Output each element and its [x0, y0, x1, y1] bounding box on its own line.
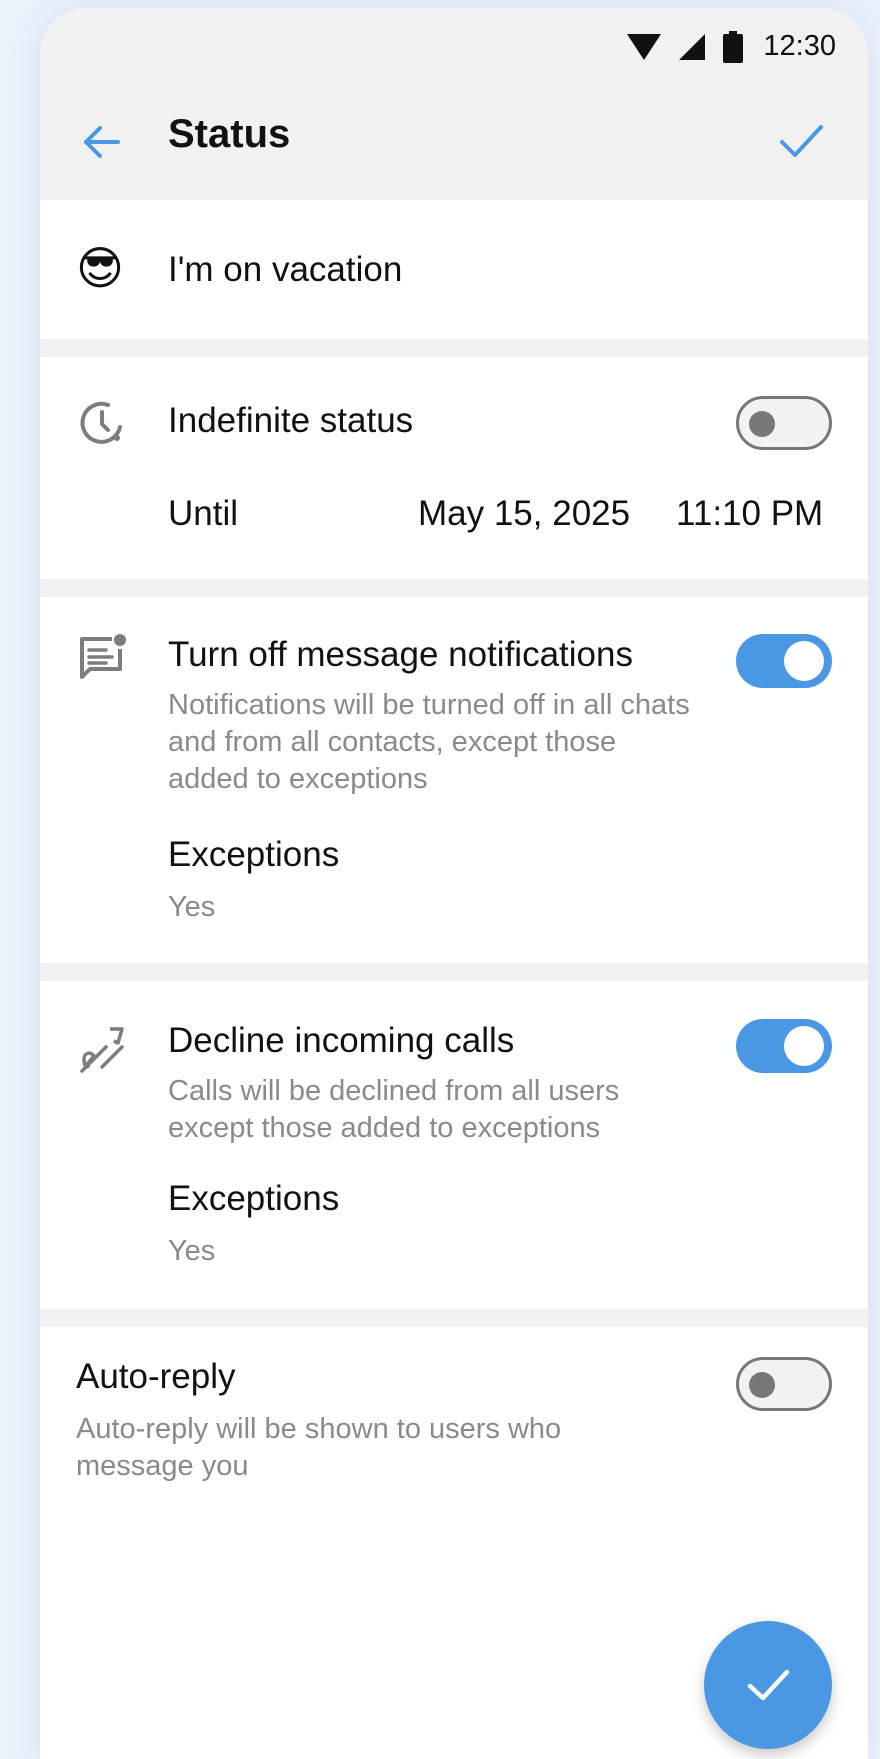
until-label: Until	[168, 494, 239, 533]
page-title: Status	[168, 112, 291, 156]
status-message-row[interactable]: 😎 I'm on vacation	[40, 200, 868, 339]
auto-reply-toggle[interactable]	[736, 1357, 832, 1411]
until-date[interactable]: May 15, 2025	[418, 494, 630, 534]
auto-reply-description: Auto-reply will be shown to users who me…	[76, 1413, 562, 1482]
indefinite-status-label: Indefinite status	[168, 401, 414, 440]
toggle-knob	[784, 1026, 824, 1066]
confirm-check-icon[interactable]	[776, 116, 826, 166]
calls-description: Calls will be declined from all users ex…	[168, 1075, 620, 1144]
notifications-toggle[interactable]	[736, 634, 832, 688]
notifications-title: Turn off message notifications	[168, 635, 633, 674]
notifications-exceptions-label[interactable]: Exceptions	[168, 835, 339, 875]
emoji-icon[interactable]: 😎	[76, 242, 128, 294]
signal-icon	[679, 33, 706, 60]
status-bar: 12:30	[40, 8, 868, 88]
toggle-knob	[749, 1372, 775, 1398]
divider	[40, 963, 868, 981]
check-icon	[747, 1669, 790, 1701]
notifications-section: Turn off message notifications Notificat…	[40, 597, 868, 963]
indefinite-status-toggle[interactable]	[736, 396, 832, 450]
toggle-knob	[749, 411, 775, 437]
calls-title: Decline incoming calls	[168, 1021, 515, 1060]
divider	[40, 1309, 868, 1327]
message-notification-icon	[80, 634, 126, 679]
duration-section: Indefinite status Until May 15, 2025 11:…	[40, 357, 868, 579]
calls-toggle[interactable]	[736, 1019, 832, 1073]
calls-section: Decline incoming calls Calls will be dec…	[40, 981, 868, 1309]
calls-exceptions-value: Yes	[168, 1235, 216, 1267]
calls-exceptions-label[interactable]: Exceptions	[168, 1179, 339, 1219]
status-text[interactable]: I'm on vacation	[168, 250, 402, 290]
back-arrow-icon[interactable]	[78, 118, 126, 166]
wifi-icon	[627, 33, 662, 60]
notifications-description: Notifications will be turned off in all …	[168, 689, 690, 795]
clock: 12:30	[763, 30, 836, 62]
save-fab-button[interactable]	[704, 1621, 832, 1749]
divider	[40, 339, 868, 357]
phone-off-icon	[80, 1027, 124, 1073]
until-time[interactable]: 11:10 PM	[676, 494, 823, 534]
app-bar: Status	[40, 88, 868, 200]
battery-icon	[723, 30, 744, 63]
phone-screen: 12:30 Status 😎 I'm on vacation Indefinit…	[40, 8, 868, 1759]
divider	[40, 579, 868, 597]
toggle-knob	[784, 641, 824, 681]
clock-icon	[80, 401, 122, 444]
notifications-exceptions-value: Yes	[168, 891, 216, 923]
auto-reply-title: Auto-reply	[76, 1357, 236, 1396]
